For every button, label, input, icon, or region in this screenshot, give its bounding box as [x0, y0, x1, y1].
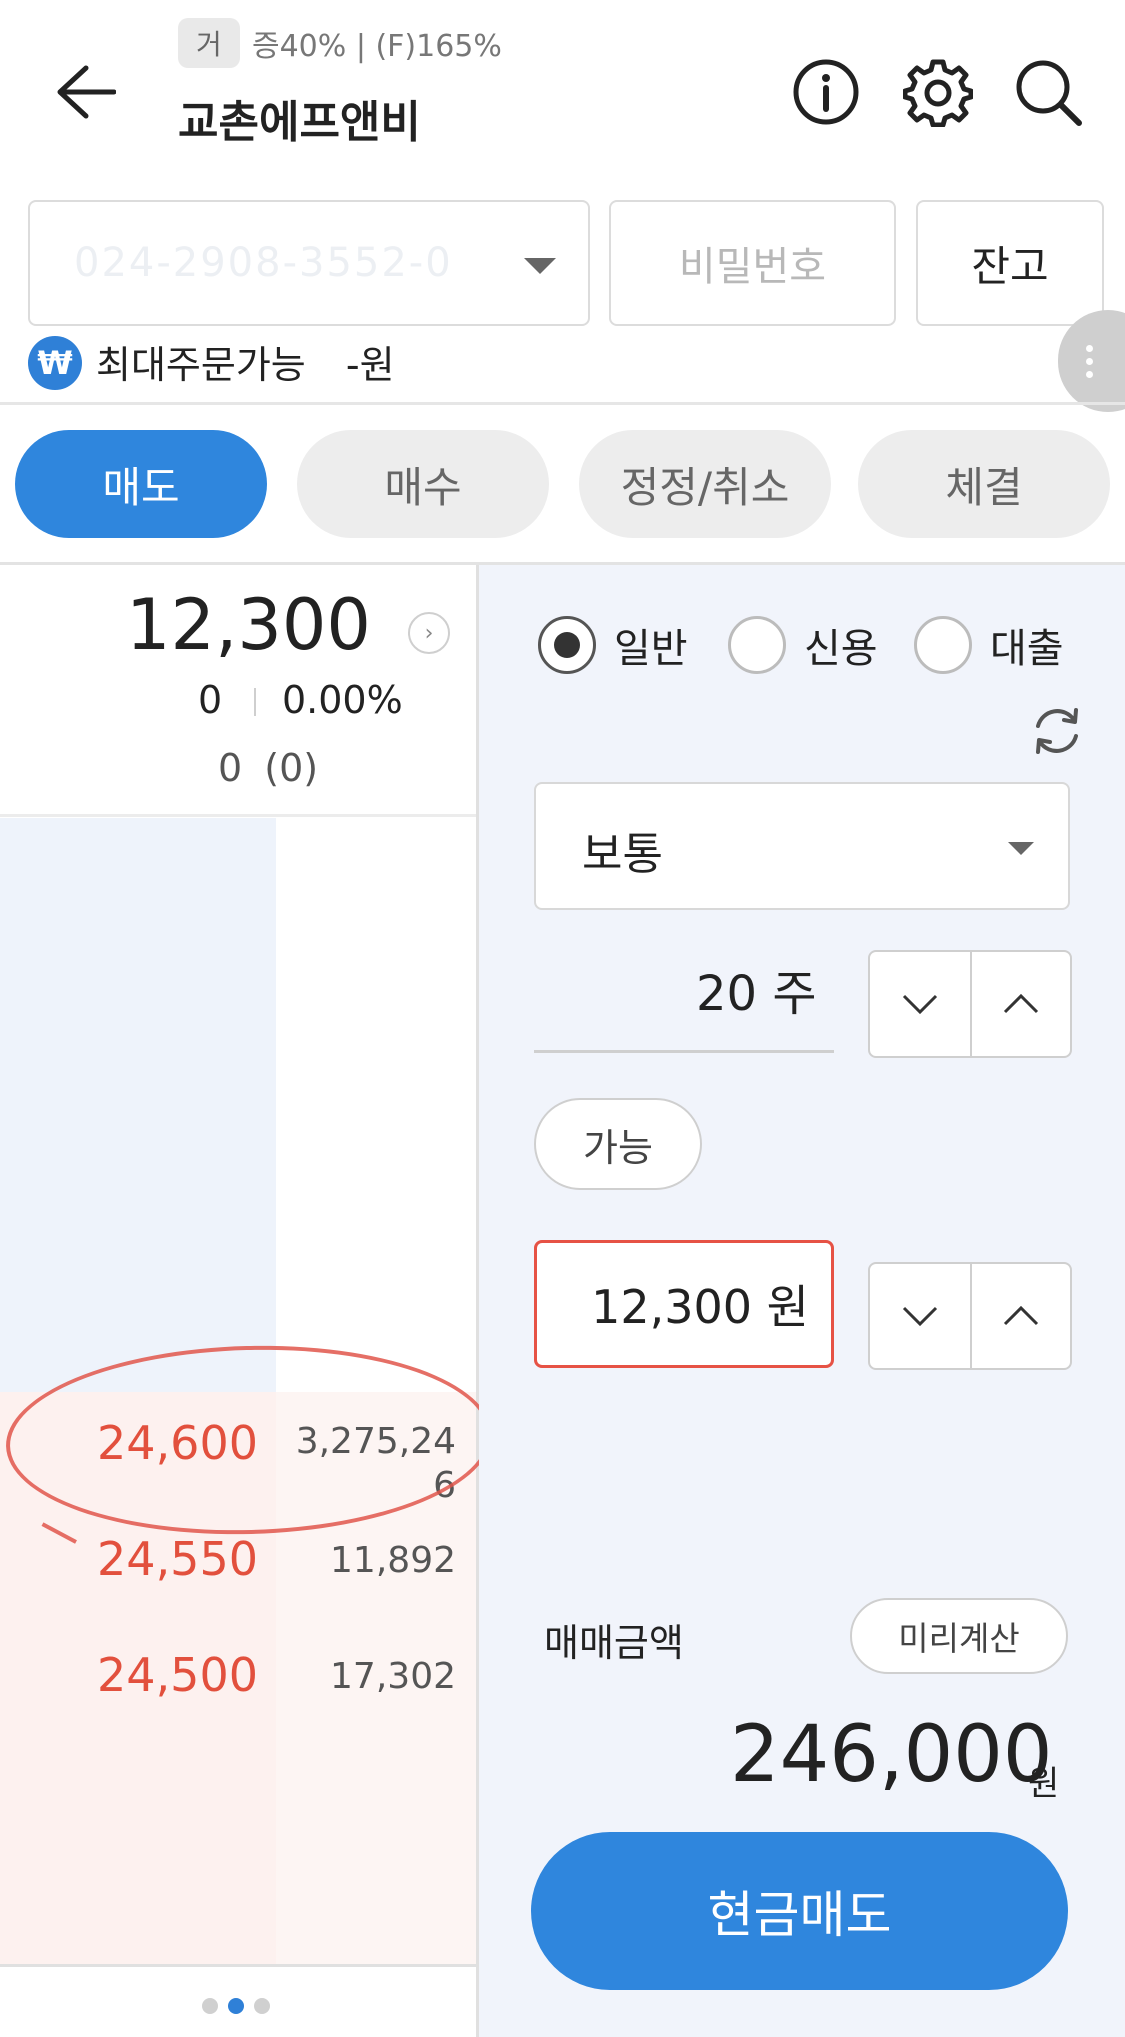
gear-icon[interactable] [898, 52, 978, 132]
chevron-right-icon[interactable]: › [408, 612, 450, 654]
divider [0, 402, 1125, 405]
orderbook-price[interactable]: 24,550 [0, 1532, 258, 1586]
quantity-increase-button[interactable] [970, 952, 1070, 1056]
market-tag-chip: 거 [178, 18, 240, 68]
volume-paren: (0) [264, 746, 319, 790]
divider [0, 814, 476, 817]
price-input[interactable]: 12,300 원 [534, 1240, 834, 1368]
page-indicator [202, 1998, 270, 2014]
volume-value: 0 [218, 746, 243, 790]
price-stepper [868, 1262, 1072, 1370]
max-order-available: 최대주문가능 -원 [96, 334, 395, 389]
order-type-select[interactable]: 보통 [534, 782, 1070, 910]
more-vertical-icon [1086, 344, 1093, 378]
max-order-value: -원 [345, 343, 395, 387]
max-order-label: 최대주문가능 [96, 343, 306, 387]
back-arrow-icon[interactable] [48, 52, 120, 132]
orderbook-qty: 17,302 [330, 1656, 456, 1697]
stock-name[interactable]: 교촌에프앤비 [178, 86, 421, 150]
chevron-down-icon [902, 1306, 938, 1327]
divider [534, 1050, 834, 1053]
trade-volume: 0 (0) [218, 746, 318, 790]
precalculate-button[interactable]: 미리계산 [850, 1598, 1068, 1674]
radio-loan[interactable]: 대출 [914, 616, 1064, 674]
quantity-input[interactable]: 20 주 [696, 954, 817, 1024]
bid-area [0, 818, 276, 1392]
chevron-down-icon [1008, 842, 1034, 855]
radio-button[interactable] [914, 616, 972, 674]
radio-button[interactable] [728, 616, 786, 674]
search-icon[interactable] [1008, 52, 1088, 132]
quantity-stepper [868, 950, 1072, 1058]
price-decrease-button[interactable] [870, 1264, 970, 1368]
price-increase-button[interactable] [970, 1264, 1070, 1368]
trade-amount-value: 246,000 [730, 1710, 1053, 1800]
chevron-down-icon [902, 994, 938, 1015]
info-icon[interactable] [786, 52, 866, 132]
account-select[interactable]: 024-2908-3552-0 [28, 200, 590, 326]
tab-modify-cancel[interactable]: 정정/취소 [579, 430, 831, 538]
order-type-value: 보통 [582, 829, 663, 880]
password-input[interactable]: 비밀번호 [609, 200, 896, 326]
refresh-icon[interactable] [1028, 702, 1086, 760]
price-change-percent: 0.00% [282, 678, 403, 722]
orderbook-price[interactable]: 24,500 [0, 1648, 258, 1702]
account-number: 024-2908-3552-0 [74, 240, 453, 286]
price-change: 0 [198, 678, 223, 722]
radio-label: 신용 [804, 626, 878, 672]
won-currency-icon: ₩ [28, 336, 82, 390]
order-screen: 거 증40% | (F)165% 교촌에프앤비 024-2908-3552-0 … [0, 0, 1125, 2037]
tab-sell[interactable]: 매도 [15, 430, 267, 538]
quantity-decrease-button[interactable] [870, 952, 970, 1056]
available-quantity-button[interactable]: 가능 [534, 1098, 702, 1190]
orderbook-qty: 11,892 [330, 1540, 456, 1581]
balance-button[interactable]: 잔고 [916, 200, 1104, 326]
chevron-up-icon [1003, 993, 1039, 1014]
radio-general[interactable]: 일반 [538, 616, 688, 674]
trade-amount-unit: 원 [1028, 1764, 1060, 1804]
tab-executions[interactable]: 체결 [858, 430, 1110, 538]
divider [0, 1964, 476, 1967]
chevron-up-icon [1003, 1305, 1039, 1326]
chevron-down-icon [524, 258, 556, 274]
margin-rate-info: 증40% | (F)165% [252, 29, 502, 64]
radio-credit[interactable]: 신용 [728, 616, 878, 674]
trade-amount-label: 매매금액 [544, 1621, 684, 1665]
current-price: 12,300 [126, 584, 371, 666]
tab-buy[interactable]: 매수 [297, 430, 549, 538]
radio-button[interactable] [538, 616, 596, 674]
cash-sell-button[interactable]: 현금매도 [531, 1832, 1068, 1990]
divider [254, 688, 256, 716]
radio-label: 일반 [614, 626, 688, 672]
radio-label: 대출 [990, 626, 1064, 672]
